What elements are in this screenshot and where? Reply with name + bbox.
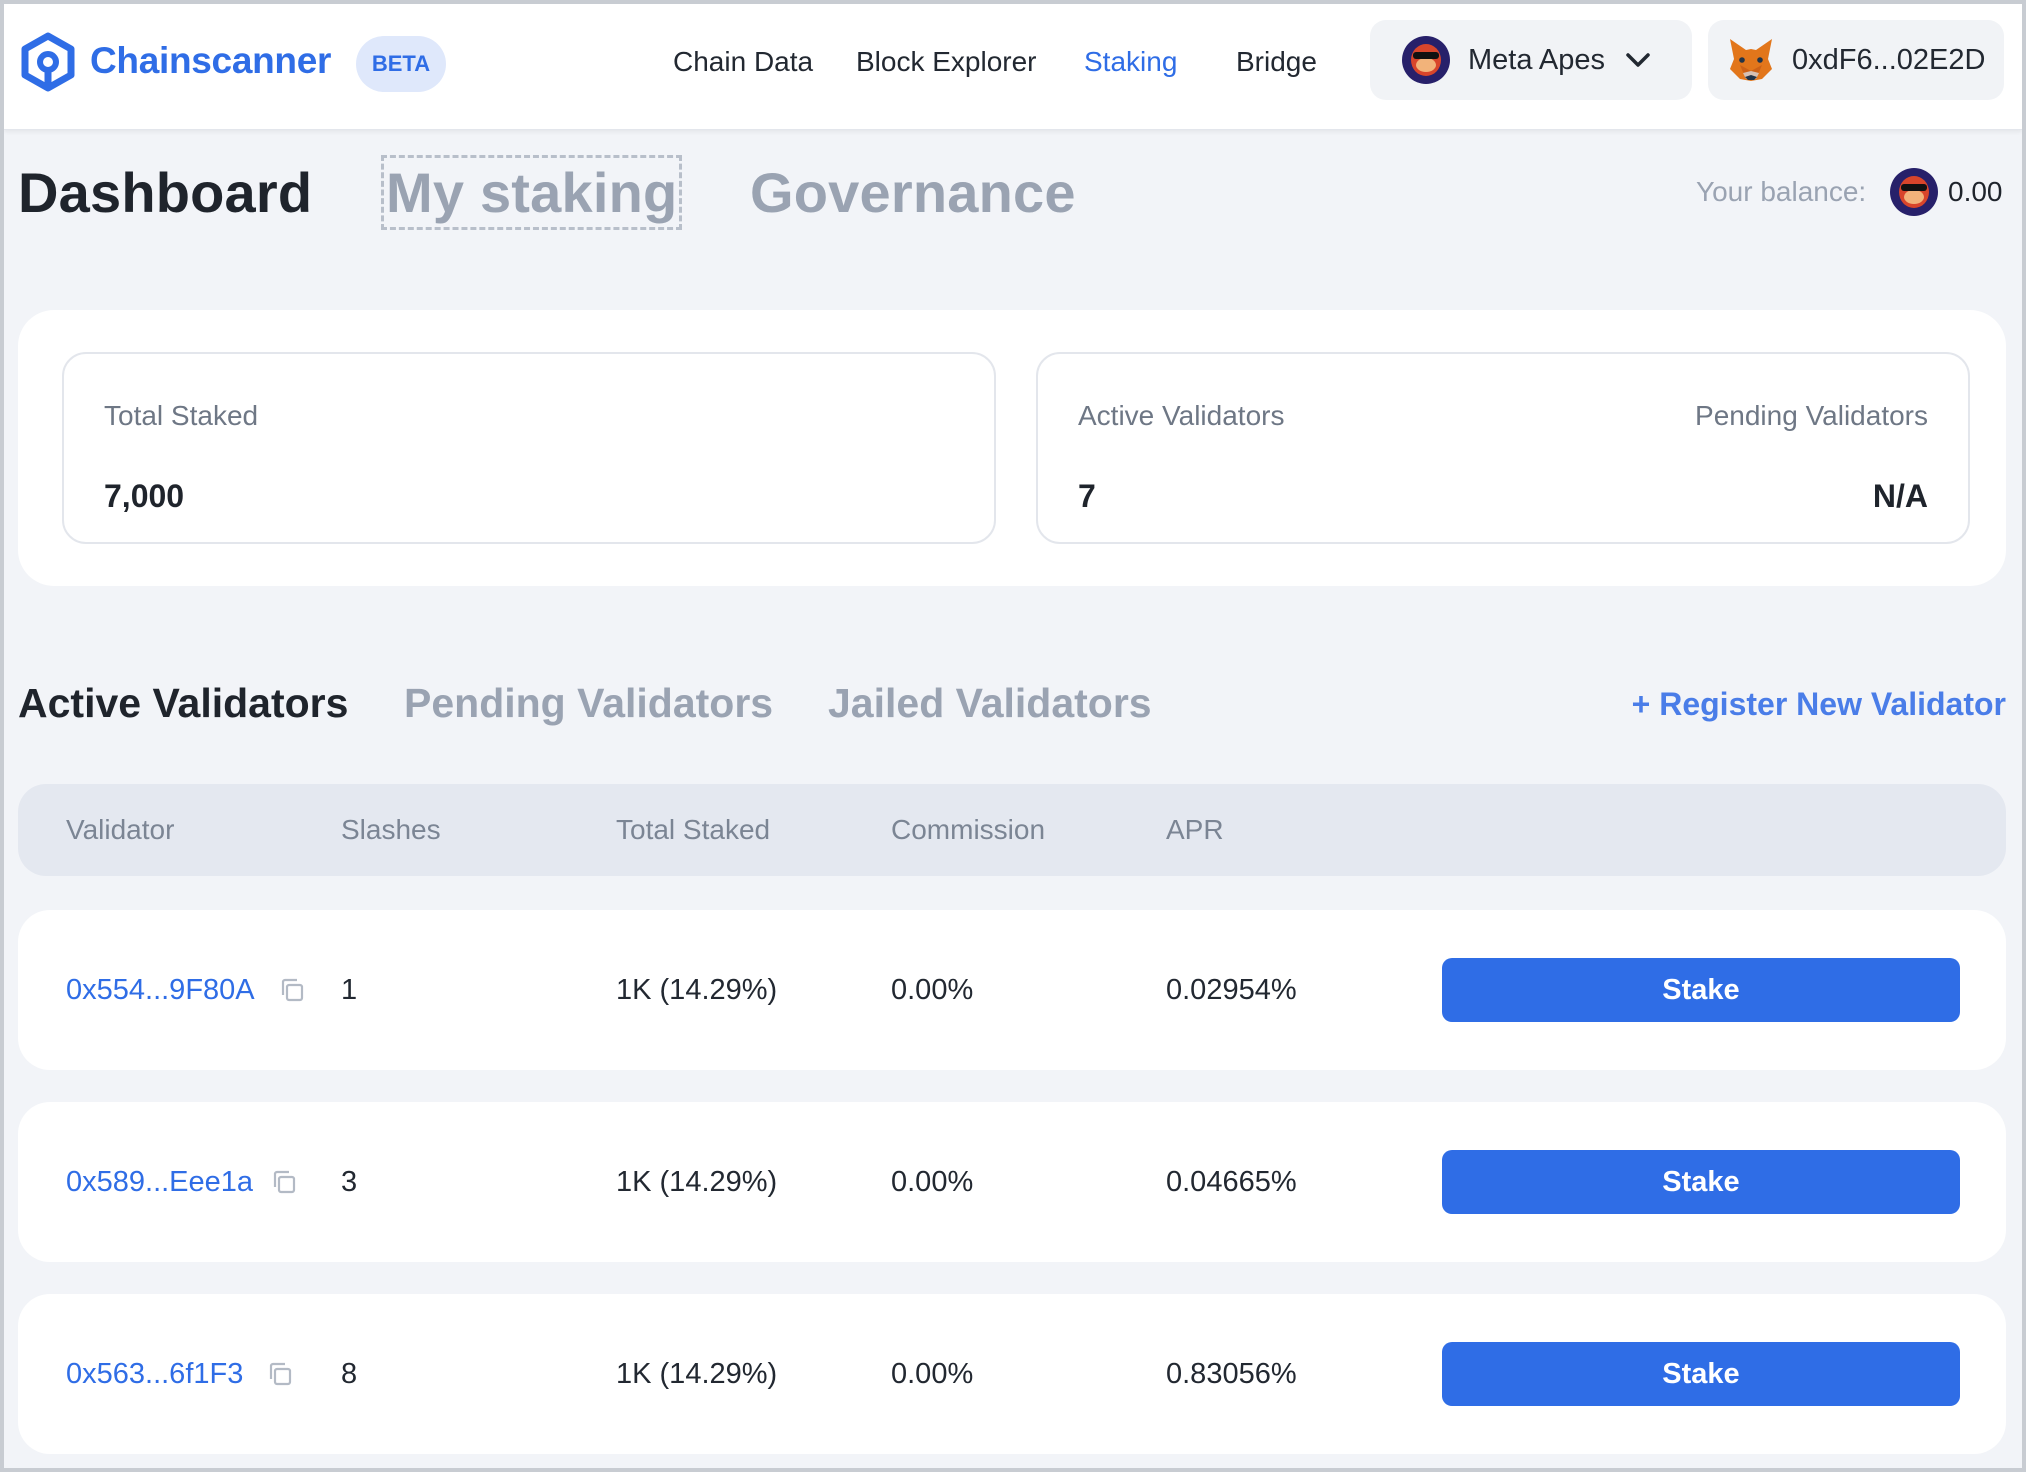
copy-icon[interactable]: [270, 1168, 298, 1196]
header-validator: Validator: [66, 814, 175, 845]
wallet-address: 0xdF6...02E2D: [1792, 43, 1986, 76]
pending-validators-value: N/A: [1872, 478, 1928, 514]
network-selector[interactable]: Meta Apes: [1370, 20, 1692, 100]
table-row: 0x589...Eee1a 3 1K (14.29%) 0.00% 0.0466…: [18, 1102, 2006, 1262]
copy-icon[interactable]: [266, 1360, 294, 1388]
network-label: Meta Apes: [1468, 43, 1606, 76]
nav-bridge[interactable]: Bridge: [1236, 46, 1317, 78]
header-apr: APR: [1166, 814, 1224, 845]
apr-value: 0.83056%: [1166, 1358, 1297, 1390]
total-staked-label: Total Staked: [104, 400, 259, 431]
validators-card: Active Validators 7 Pending Validators N…: [1036, 352, 1970, 544]
commission-value: 0.00%: [891, 974, 974, 1006]
slashes-value: 3: [341, 1166, 358, 1198]
top-navbar: Chainscanner BETA Chain Data Block Explo…: [4, 4, 2022, 130]
tab-dashboard[interactable]: Dashboard: [18, 160, 312, 225]
tab-governance[interactable]: Governance: [750, 160, 1076, 225]
tab-my-staking[interactable]: My staking: [380, 155, 683, 230]
register-validator-link[interactable]: + Register New Validator: [1632, 686, 2006, 723]
total-staked-card: Total Staked 7,000: [62, 352, 996, 544]
metamask-fox-icon: [1730, 39, 1772, 81]
nav-block-explorer[interactable]: Block Explorer: [856, 46, 1037, 78]
tab-pending-validators[interactable]: Pending Validators: [404, 680, 773, 727]
stats-panel: Total Staked 7,000 Active Validators 7 P…: [18, 310, 2006, 586]
nav-chain-data[interactable]: Chain Data: [673, 46, 813, 78]
nav-staking[interactable]: Staking: [1084, 46, 1177, 78]
validator-address-link[interactable]: 0x589...Eee1a: [66, 1166, 253, 1199]
commission-value: 0.00%: [891, 1358, 974, 1390]
header-total-staked: Total Staked: [616, 814, 771, 845]
meta-apes-icon: [1402, 36, 1450, 84]
total-staked-value: 1K (14.29%): [616, 1358, 778, 1390]
wallet-button[interactable]: 0xdF6...02E2D: [1708, 20, 2004, 100]
active-validators-label: Active Validators: [1078, 400, 1285, 431]
stake-button[interactable]: Stake: [1442, 1150, 1960, 1214]
balance-label: Your balance:: [1696, 176, 1867, 207]
tab-jailed-validators[interactable]: Jailed Validators: [828, 680, 1152, 727]
apr-value: 0.04665%: [1166, 1166, 1297, 1198]
total-staked-value: 7,000: [104, 478, 185, 514]
slashes-value: 1: [341, 974, 358, 1006]
validator-address-link[interactable]: 0x563...6f1F3: [66, 1358, 243, 1391]
meta-apes-token-icon: [1890, 168, 1938, 216]
beta-badge: BETA: [356, 36, 446, 92]
slashes-value: 8: [341, 1358, 358, 1390]
chevron-down-icon: [1626, 53, 1650, 67]
tab-active-validators[interactable]: Active Validators: [18, 680, 348, 727]
chainscanner-logo-icon[interactable]: [18, 32, 78, 92]
apr-value: 0.02954%: [1166, 974, 1297, 1006]
app-frame: Chainscanner BETA Chain Data Block Explo…: [4, 4, 2022, 1468]
commission-value: 0.00%: [891, 1166, 974, 1198]
pending-validators-label: Pending Validators: [1695, 400, 1928, 431]
brand-name[interactable]: Chainscanner: [90, 40, 331, 82]
stake-button[interactable]: Stake: [1442, 1342, 1960, 1406]
active-validators-value: 7: [1078, 478, 1096, 514]
table-row: 0x563...6f1F3 8 1K (14.29%) 0.00% 0.8305…: [18, 1294, 2006, 1454]
stake-button[interactable]: Stake: [1442, 958, 1960, 1022]
total-staked-value: 1K (14.29%): [616, 1166, 778, 1198]
balance-value: 0.00: [1948, 176, 2003, 207]
validator-address-link[interactable]: 0x554...9F80A: [66, 974, 255, 1007]
header-commission: Commission: [891, 814, 1046, 845]
total-staked-value: 1K (14.29%): [616, 974, 778, 1006]
header-slashes: Slashes: [341, 814, 441, 845]
table-row: 0x554...9F80A 1 1K (14.29%) 0.00% 0.0295…: [18, 910, 2006, 1070]
validators-table-header: Validator Slashes Total Staked Commissio…: [18, 784, 2006, 876]
copy-icon[interactable]: [278, 976, 306, 1004]
